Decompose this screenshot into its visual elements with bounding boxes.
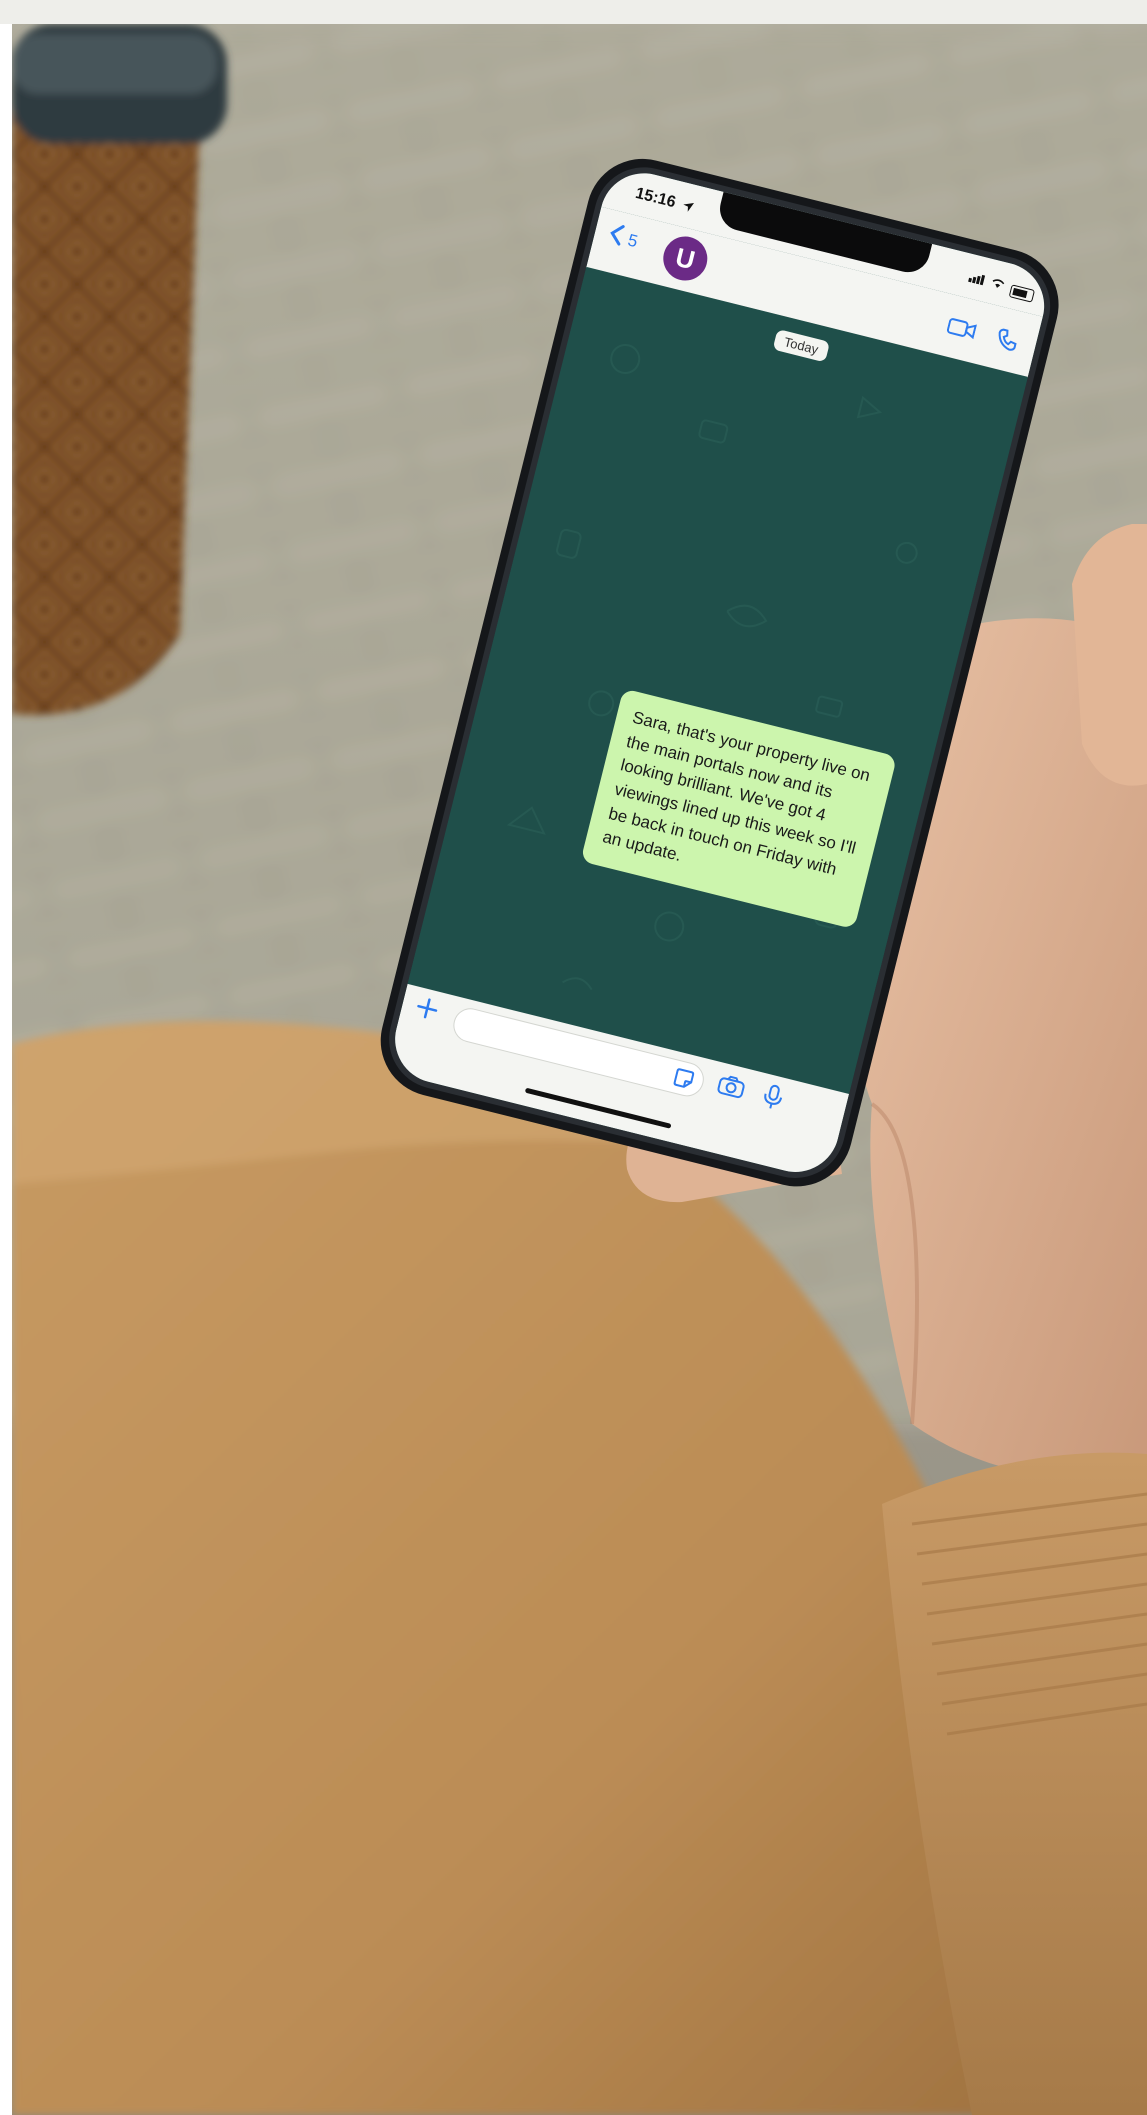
sticker-icon[interactable] (669, 1065, 697, 1097)
microphone-icon[interactable] (759, 1082, 786, 1117)
signal-icon (967, 269, 987, 290)
page: 15:16 5 U Today Sara, that's your proper… (0, 0, 1147, 2115)
photo: 15:16 5 U Today Sara, that's your proper… (12, 24, 1147, 2115)
back-button[interactable]: 5 (605, 222, 640, 256)
plus-icon[interactable] (412, 993, 441, 1027)
header-actions (944, 314, 1020, 358)
chevron-left-icon (605, 222, 625, 253)
video-camera-icon[interactable] (945, 316, 978, 345)
location-arrow-icon (679, 198, 695, 218)
status-icons (967, 269, 1036, 303)
avatar[interactable]: U (658, 231, 712, 286)
status-time: 15:16 (633, 184, 678, 212)
battery-icon (1008, 284, 1036, 303)
phone-icon[interactable] (993, 326, 1021, 358)
wifi-icon (988, 274, 1007, 295)
back-count: 5 (625, 230, 640, 252)
camera-icon[interactable] (714, 1072, 748, 1105)
top-strip (0, 0, 1147, 24)
